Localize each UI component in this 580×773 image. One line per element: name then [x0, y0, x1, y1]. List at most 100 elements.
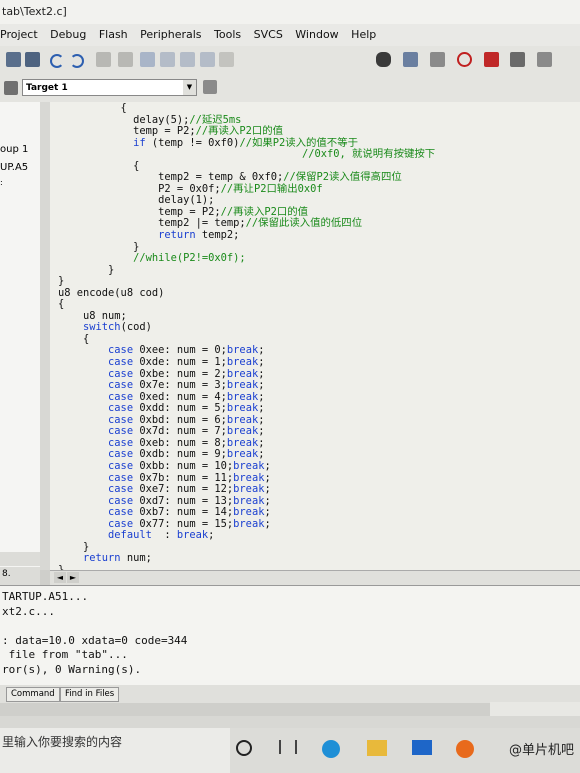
editor-hscroll[interactable]: ◄ ►	[50, 570, 580, 585]
code-comment: //再读入P2口的值	[195, 125, 284, 138]
code-keyword: case	[108, 494, 134, 507]
code-keyword: break	[176, 529, 209, 542]
output-tabs: Command Find in Files	[0, 685, 580, 703]
code-keyword: break	[233, 494, 265, 507]
menu-svcs[interactable]: SVCS	[254, 24, 283, 46]
menu-peripherals[interactable]: Peripherals	[140, 24, 201, 46]
code-keyword: case	[108, 413, 134, 426]
taskbar-search[interactable]: 里输入你要搜索的内容	[0, 728, 230, 773]
print-icon[interactable]	[430, 52, 445, 67]
code-token: ;	[258, 425, 265, 438]
build-toolbar: Target 1 ▼	[0, 74, 580, 103]
scroll-left-icon[interactable]: ◄	[54, 572, 66, 583]
code-token: ;	[258, 402, 265, 415]
main-toolbar: ▼	[0, 46, 580, 115]
firefox-icon[interactable]	[456, 740, 474, 758]
menu-project[interactable]: Project	[0, 24, 38, 46]
bookmark-prev-icon[interactable]	[160, 52, 175, 67]
chevron-down-icon[interactable]: ▼	[183, 80, 196, 95]
code-token: 0x7e: num = 3;	[133, 379, 227, 392]
save-icon[interactable]	[6, 52, 21, 67]
file-explorer-icon[interactable]	[367, 740, 387, 756]
window-icon[interactable]	[510, 52, 525, 67]
project-tab[interactable]: 8.	[2, 569, 11, 579]
project-tabs: 8.	[0, 567, 40, 585]
code-keyword: case	[108, 425, 134, 438]
scroll-right-icon[interactable]: ►	[67, 572, 79, 583]
open-file-icon[interactable]	[403, 52, 418, 67]
comment-icon[interactable]	[219, 52, 234, 67]
code-keyword: case	[108, 402, 134, 415]
code-token: 0xed: num = 4;	[133, 390, 227, 403]
code-text[interactable]: { delay(5);//延迟5ms temp = P2;//再读入P2口的值 …	[58, 102, 435, 570]
code-keyword: return	[83, 552, 121, 565]
project-hscroll[interactable]	[0, 552, 40, 566]
code-comment: //再让P2口输出0x0f	[220, 182, 323, 195]
code-keyword: case	[108, 379, 134, 392]
bookmark-icon[interactable]	[140, 52, 155, 67]
code-keyword: break	[226, 344, 259, 357]
code-comment: //保留此读入值的低四位	[245, 217, 363, 230]
menu-debug[interactable]: Debug	[50, 24, 86, 46]
code-token: 0xbe: num = 2;	[133, 367, 227, 380]
menu-help[interactable]: Help	[351, 24, 376, 46]
code-keyword: break	[226, 425, 259, 438]
tab-find-in-files[interactable]: Find in Files	[60, 687, 120, 702]
code-token: 0xb7: num = 14;	[133, 506, 234, 519]
output-scroll[interactable]	[490, 702, 580, 716]
code-editor[interactable]: { delay(5);//延迟5ms temp = P2;//再读入P2口的值 …	[50, 102, 580, 570]
code-token: num;	[120, 552, 152, 565]
menu-tools[interactable]: Tools	[214, 24, 241, 46]
project-group[interactable]: oup 1	[0, 144, 28, 155]
options-icon[interactable]	[203, 80, 217, 94]
tools-icon[interactable]	[537, 52, 552, 67]
redo-icon[interactable]	[70, 54, 84, 68]
tab-command[interactable]: Command	[6, 687, 60, 702]
code-token: 0xde: num = 1;	[133, 356, 227, 369]
build-output-text: TARTUP.A51... xt2.c... : data=10.0 xdata…	[2, 590, 188, 676]
code-comment: //延迟5ms	[189, 113, 242, 126]
find-icon[interactable]	[376, 52, 391, 67]
debug-icon[interactable]	[457, 52, 472, 67]
task-view-icon[interactable]	[236, 740, 252, 756]
back-icon[interactable]	[96, 52, 111, 67]
code-token: }	[58, 240, 140, 253]
target-select[interactable]: Target 1 ▼	[22, 79, 197, 96]
code-token: ;	[208, 529, 215, 542]
save-all-icon[interactable]	[25, 52, 40, 67]
code-token: 0xdb: num = 9;	[133, 448, 227, 461]
project-file[interactable]: UP.A5	[0, 162, 28, 173]
menu-flash[interactable]: Flash	[99, 24, 128, 46]
code-comment: //如果P2读入的值不等于	[239, 136, 358, 149]
code-token: ;	[258, 390, 265, 403]
undo-icon[interactable]	[50, 54, 64, 68]
menu-window[interactable]: Window	[295, 24, 338, 46]
bookmark-next-icon[interactable]	[180, 52, 195, 67]
project-panel: oup 1 UP.A5 :	[0, 102, 41, 567]
widgets-icon[interactable]	[279, 740, 297, 754]
code-keyword: break	[226, 367, 259, 380]
build-icon[interactable]	[4, 81, 18, 95]
code-token: }	[58, 263, 115, 276]
edge-icon[interactable]	[322, 740, 340, 758]
stop-icon[interactable]	[484, 52, 499, 67]
mail-icon[interactable]	[412, 740, 432, 755]
status-bar	[0, 716, 580, 728]
code-token: {	[58, 332, 90, 345]
forward-icon[interactable]	[118, 52, 133, 67]
bookmark-clear-icon[interactable]	[200, 52, 215, 67]
code-token: {	[58, 298, 65, 311]
code-keyword: case	[108, 367, 134, 380]
code-keyword: case	[108, 471, 134, 484]
